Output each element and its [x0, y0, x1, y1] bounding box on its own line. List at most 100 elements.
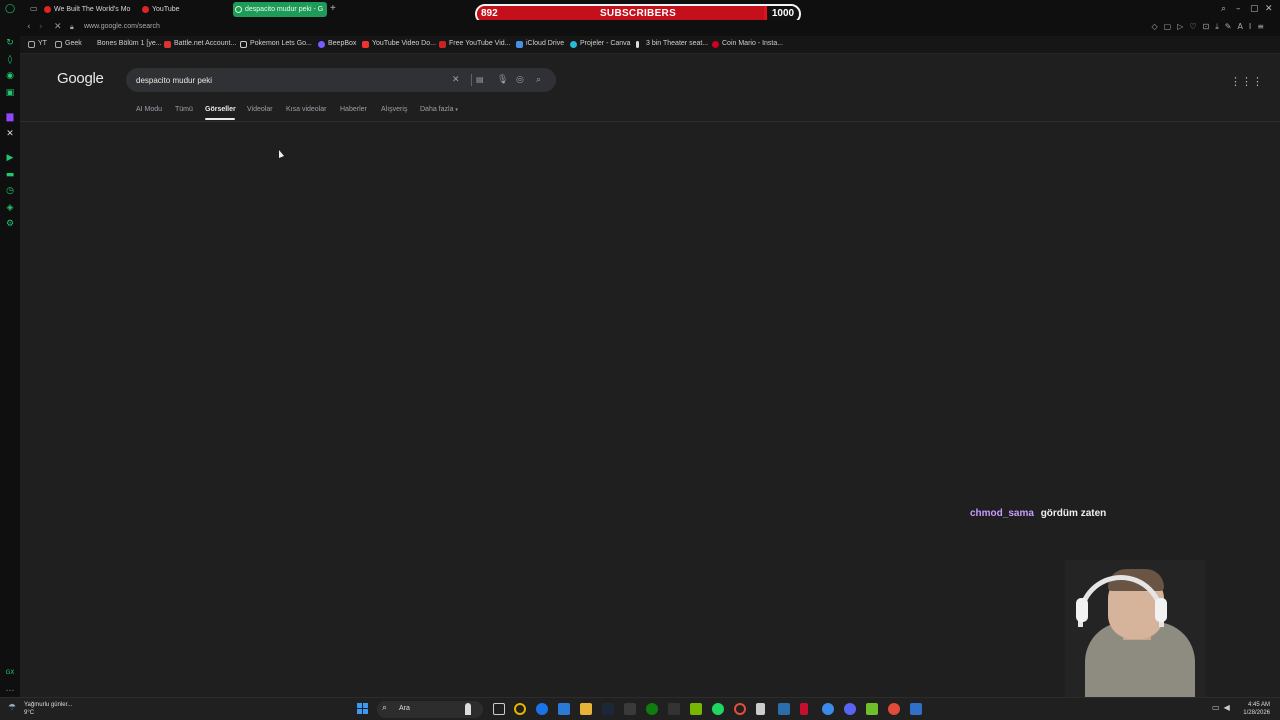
- bookmark-pokemon[interactable]: Pokemon Lets Go...: [240, 40, 312, 48]
- folder-icon: [28, 41, 35, 48]
- tab-news[interactable]: Haberler: [340, 106, 367, 113]
- tab-short-videos[interactable]: Kısa videolar: [286, 106, 326, 113]
- gamepad-icon[interactable]: ▬: [5, 170, 15, 180]
- x-twitter-icon[interactable]: ✕: [5, 129, 15, 139]
- file-explorer-icon[interactable]: [580, 703, 592, 715]
- search-icon[interactable]: ⌕: [536, 74, 541, 86]
- twitch-icon[interactable]: ▆: [5, 112, 15, 122]
- weather-rain-icon[interactable]: ☂: [8, 703, 16, 713]
- stop-loading-icon[interactable]: ✕: [54, 22, 62, 32]
- bookmark-coin-mario[interactable]: Coin Mario - Insta...: [712, 40, 783, 48]
- app-icon[interactable]: [778, 703, 790, 715]
- start-button[interactable]: [357, 703, 369, 715]
- bookmark-theater[interactable]: 3 bin Theater seat...: [636, 40, 708, 48]
- obs-icon[interactable]: [624, 703, 636, 715]
- heart-icon[interactable]: ♡: [1189, 22, 1202, 31]
- calendar-icon[interactable]: [558, 703, 570, 715]
- network-icon[interactable]: ▭: [1212, 703, 1224, 712]
- url-field[interactable]: www.google.com/search: [84, 23, 160, 30]
- app-green-icon[interactable]: [866, 703, 878, 715]
- bookmark-icloud[interactable]: iCloud Drive: [516, 40, 564, 48]
- search-tabs-icon[interactable]: ⌕: [1221, 4, 1226, 14]
- weather-widget[interactable]: Yağmurlu günler... 9°C: [24, 701, 72, 717]
- snapshot-icon[interactable]: ▢: [1164, 22, 1178, 31]
- tab-all[interactable]: Tümü: [175, 106, 193, 113]
- microphone-icon[interactable]: 🎙︎: [497, 74, 508, 86]
- system-tray[interactable]: ▭◀: [1212, 703, 1234, 712]
- bookmark-folder-geek[interactable]: Geek: [55, 40, 82, 48]
- chrome-canary-icon[interactable]: [888, 703, 900, 715]
- nvidia-icon[interactable]: [690, 703, 702, 715]
- extensions-icon[interactable]: ◈: [5, 203, 15, 213]
- app-red-icon[interactable]: [800, 703, 808, 715]
- copilot-figure-icon[interactable]: [465, 703, 471, 715]
- bookmark-beepbox[interactable]: BeepBox: [318, 40, 356, 48]
- discord-icon[interactable]: [844, 703, 856, 715]
- more-dots-icon[interactable]: …: [5, 684, 15, 694]
- bookmark-folder-yt[interactable]: YT: [28, 40, 47, 48]
- forward-icon[interactable]: ›: [39, 22, 43, 32]
- bookmark-canva[interactable]: Projeler - Canva: [570, 40, 631, 48]
- opera-logo-icon[interactable]: ◯: [5, 4, 15, 14]
- back-icon[interactable]: ‹: [27, 22, 31, 32]
- tab-ai-mode[interactable]: AI Modu: [136, 106, 162, 113]
- bookmark-icon[interactable]: ◇: [1151, 22, 1163, 31]
- history-icon[interactable]: ◷: [5, 186, 15, 196]
- clear-search-icon[interactable]: ✕: [452, 74, 460, 86]
- app-blue-icon[interactable]: [822, 703, 834, 715]
- gx-corner-icon[interactable]: ◊: [5, 55, 15, 65]
- tab-google-search[interactable]: despacito mudur peki - G: [233, 2, 327, 17]
- tab-more-label: Daha fazla: [420, 106, 454, 113]
- download-icon[interactable]: ⤓: [1215, 22, 1225, 31]
- tab-more[interactable]: Daha fazla ▾: [420, 106, 458, 113]
- weather-temp: 9°C: [24, 710, 35, 716]
- epic-games-icon[interactable]: [668, 703, 680, 715]
- tab-overview-icon[interactable]: ▭: [30, 4, 38, 13]
- messenger-icon[interactable]: ▣: [5, 88, 15, 98]
- canva-icon: [570, 41, 577, 48]
- lens-camera-icon[interactable]: ◎: [516, 74, 524, 86]
- google-apps-icon[interactable]: ⋮⋮⋮: [1230, 75, 1263, 88]
- menu-icon[interactable]: ≡: [1257, 22, 1270, 31]
- task-view-icon[interactable]: [493, 703, 505, 715]
- bookmark-free-youtube[interactable]: Free YouTube Vid...: [439, 40, 511, 48]
- chat-username: chmod_sama: [970, 508, 1034, 519]
- xbox-icon[interactable]: [646, 703, 658, 715]
- new-tab-button[interactable]: +: [330, 3, 336, 14]
- gx-badge-icon[interactable]: GX: [5, 668, 15, 678]
- player-control-icon[interactable]: ▷: [1177, 22, 1189, 31]
- keyboard-icon[interactable]: ▤: [476, 74, 484, 86]
- toolbar-icons[interactable]: ◇▢▷♡⊡⤓✎AI≡: [1151, 22, 1270, 32]
- minimize-icon[interactable]: –: [1236, 4, 1241, 14]
- google-logo[interactable]: Google: [57, 70, 104, 87]
- player-icon[interactable]: ▶: [5, 153, 15, 163]
- search-box[interactable]: ✕ ▤ 🎙︎ ◎ ⌕: [126, 68, 556, 92]
- notepad-icon[interactable]: [756, 703, 765, 715]
- gx-control-icon[interactable]: ↻: [5, 38, 15, 48]
- active-tab-indicator: [205, 118, 235, 120]
- aria-ai-icon[interactable]: ✎AI: [1225, 22, 1258, 31]
- close-window-icon[interactable]: ✕: [1265, 4, 1273, 14]
- tab-shopping[interactable]: Alışveriş: [381, 106, 407, 113]
- tab-youtube-video[interactable]: We Built The World's Mo: [42, 2, 150, 17]
- search-input[interactable]: [136, 73, 436, 87]
- opera-icon[interactable]: [734, 703, 746, 715]
- app-window-icon[interactable]: [910, 703, 922, 715]
- clock[interactable]: 4:45 AM 1/28/2026: [1238, 701, 1270, 717]
- tab-videos[interactable]: Videolar: [247, 106, 273, 113]
- tab-youtube[interactable]: YouTube: [140, 2, 220, 17]
- bookmark-youtube-dl[interactable]: YouTube Video Do...: [362, 40, 436, 48]
- opera-gx-taskbar-icon[interactable]: [514, 703, 526, 715]
- wallet-icon[interactable]: ⊡: [1203, 22, 1216, 31]
- chevron-down-icon: ▾: [455, 107, 458, 113]
- ai-icon[interactable]: ◉: [5, 71, 15, 81]
- tab-images[interactable]: Görseller: [205, 106, 236, 113]
- volume-icon[interactable]: ◀: [1224, 703, 1234, 712]
- settings-gear-icon[interactable]: ⚙: [5, 219, 15, 229]
- steam-icon[interactable]: [602, 703, 614, 715]
- maximize-icon[interactable]: ▢: [1250, 4, 1259, 14]
- bookmark-battlenet[interactable]: Battle.net Account...: [164, 40, 236, 48]
- chrome-icon[interactable]: [536, 703, 548, 715]
- bookmark-bones[interactable]: Bones Bölüm 1 [ye...: [87, 40, 162, 47]
- spotify-icon[interactable]: [712, 703, 724, 715]
